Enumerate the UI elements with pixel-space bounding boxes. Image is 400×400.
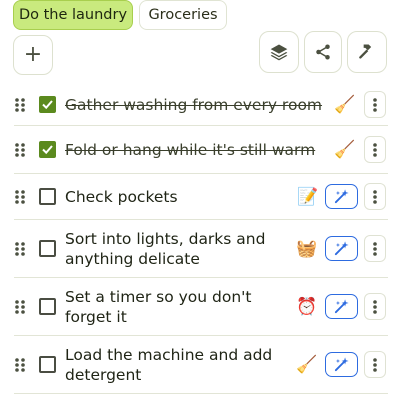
alarm-clock-icon[interactable]: ⏰ — [296, 297, 317, 317]
task-row: Load the machine and add detergent 🧹 — [14, 336, 388, 394]
task-checkbox[interactable] — [39, 356, 56, 373]
vertical-dots-icon — [373, 142, 377, 157]
plus-icon: + — [23, 42, 43, 67]
task-text[interactable]: Check pockets — [65, 187, 287, 207]
drag-handle-icon[interactable] — [14, 241, 26, 257]
drag-handle-icon[interactable] — [14, 299, 26, 315]
broom-icon[interactable]: 🧹 — [334, 140, 355, 160]
task-text[interactable]: Set a timer so you don't forget it — [65, 287, 287, 327]
vertical-dots-icon — [373, 299, 377, 314]
more-options-button[interactable] — [364, 293, 386, 320]
layers-button[interactable] — [259, 31, 299, 73]
layers-icon — [270, 44, 288, 61]
magic-wand-button[interactable] — [325, 184, 358, 209]
basket-icon[interactable]: 🧺 — [296, 239, 317, 259]
task-row: Set a timer so you don't forget it ⏰ — [14, 278, 388, 336]
task-row: Sort into lights, darks and anything del… — [14, 220, 388, 278]
magic-wand-icon — [334, 189, 349, 204]
task-checkbox-checked[interactable] — [39, 96, 56, 113]
task-checkbox[interactable] — [39, 240, 56, 257]
tab-groceries[interactable]: Groceries — [139, 0, 227, 30]
more-options-button[interactable] — [364, 351, 386, 378]
magic-wand-icon — [334, 357, 349, 372]
broom-icon[interactable]: 🧹 — [334, 95, 355, 115]
task-text[interactable]: Gather washing from every room — [65, 95, 327, 115]
more-options-button[interactable] — [364, 183, 386, 210]
task-checkbox[interactable] — [39, 298, 56, 315]
task-row: Gather washing from every room 🧹 — [14, 84, 388, 126]
task-text[interactable]: Fold or hang while it's still warm — [65, 140, 327, 160]
task-text[interactable]: Sort into lights, darks and anything del… — [65, 229, 287, 269]
vertical-dots-icon — [373, 241, 377, 256]
add-task-button[interactable]: + — [13, 35, 53, 75]
magic-wand-icon — [334, 241, 349, 256]
share-button[interactable] — [304, 31, 342, 73]
task-checkbox-checked[interactable] — [39, 141, 56, 158]
vertical-dots-icon — [373, 97, 377, 112]
memo-icon[interactable]: 📝 — [297, 187, 318, 207]
hammer-icon — [359, 44, 372, 59]
broom-icon[interactable]: 🧹 — [296, 355, 317, 375]
share-icon — [316, 44, 330, 60]
more-options-button[interactable] — [364, 235, 386, 262]
more-options-button[interactable] — [364, 136, 386, 163]
tab-do-the-laundry[interactable]: Do the laundry — [13, 0, 133, 30]
magic-wand-button[interactable] — [325, 236, 358, 261]
magic-wand-button[interactable] — [325, 352, 358, 377]
hammer-button[interactable] — [347, 31, 387, 73]
vertical-dots-icon — [373, 189, 377, 204]
task-row: Check pockets 📝 — [14, 174, 388, 220]
task-checkbox[interactable] — [39, 188, 56, 205]
drag-handle-icon[interactable] — [14, 142, 26, 158]
task-text[interactable]: Load the machine and add detergent — [65, 345, 287, 385]
drag-handle-icon[interactable] — [14, 357, 26, 373]
more-options-button[interactable] — [364, 91, 386, 118]
magic-wand-icon — [334, 299, 349, 314]
magic-wand-button[interactable] — [325, 294, 358, 319]
drag-handle-icon[interactable] — [14, 189, 26, 205]
task-row: Fold or hang while it's still warm 🧹 — [14, 126, 388, 174]
drag-handle-icon[interactable] — [14, 97, 26, 113]
vertical-dots-icon — [373, 357, 377, 372]
